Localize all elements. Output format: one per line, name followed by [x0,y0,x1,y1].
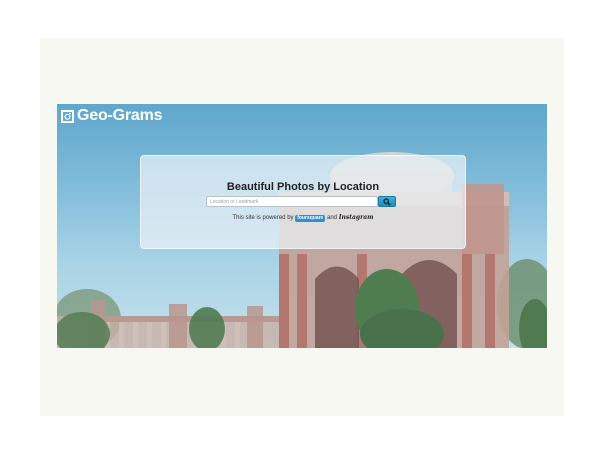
powered-by-conjunction: and [327,215,338,221]
search-panel: Beautiful Photos by Location This site i… [140,155,466,249]
instagram-logo[interactable]: Instagram [339,214,374,222]
app-logo[interactable]: Geo-Grams [61,107,163,125]
instagram-camera-icon [61,109,74,123]
powered-by-line: This site is powered by foursquare and I… [141,214,465,223]
hero-banner: Geo-Grams Beautiful Photos by Location T… [57,104,547,348]
app-title: Geo-Grams [77,107,163,124]
powered-by-prefix: This site is powered by [232,215,294,221]
hero-title: Beautiful Photos by Location [226,181,380,193]
location-search-input[interactable] [206,196,378,207]
foursquare-logo[interactable]: foursquare [295,214,326,222]
search-icon [383,197,391,206]
search-button[interactable] [378,196,396,207]
